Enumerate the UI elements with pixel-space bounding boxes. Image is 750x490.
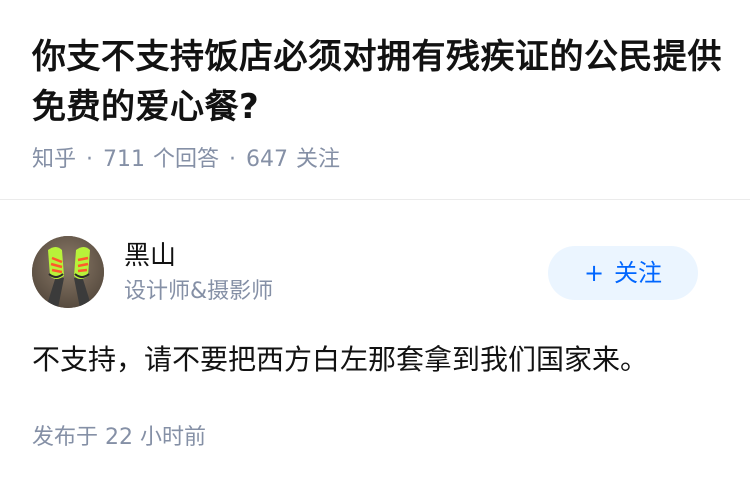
time-prefix: 发布于 [32,425,99,450]
time-value: 22 小时前 [105,425,207,450]
author-name[interactable]: 黑山 [124,238,176,274]
follower-count: 647 [246,147,289,172]
plus-icon: + [583,259,605,287]
question-title[interactable]: 你支不支持饭店必须对拥有残疾证的公民提供免费的爱心餐? [32,32,722,132]
source-label[interactable]: 知乎 [32,147,76,172]
follow-button-label: 关注 [614,259,663,287]
question-header: 你支不支持饭店必须对拥有残疾证的公民提供免费的爱心餐? 知乎 · 711 个回答 · 64… [0,0,750,200]
avatar-photo [32,236,104,308]
question-meta: 知乎 · 711 个回答 · 647 关注 [32,144,340,176]
follow-button[interactable]: + 关注 [548,246,698,300]
answer-count-label: 个回答 [153,147,220,172]
answer-count: 711 [103,147,146,172]
avatar[interactable] [32,236,104,308]
answer-content[interactable]: 不支持，请不要把西方白左那套拿到我们国家来。 [32,338,722,382]
author-bio: 设计师&摄影师 [124,279,274,304]
follower-count-label: 关注 [296,147,341,172]
answer-timestamp: 发布于 22 小时前 [32,422,206,454]
meta-separator: · [86,147,94,172]
meta-separator: · [229,147,237,172]
